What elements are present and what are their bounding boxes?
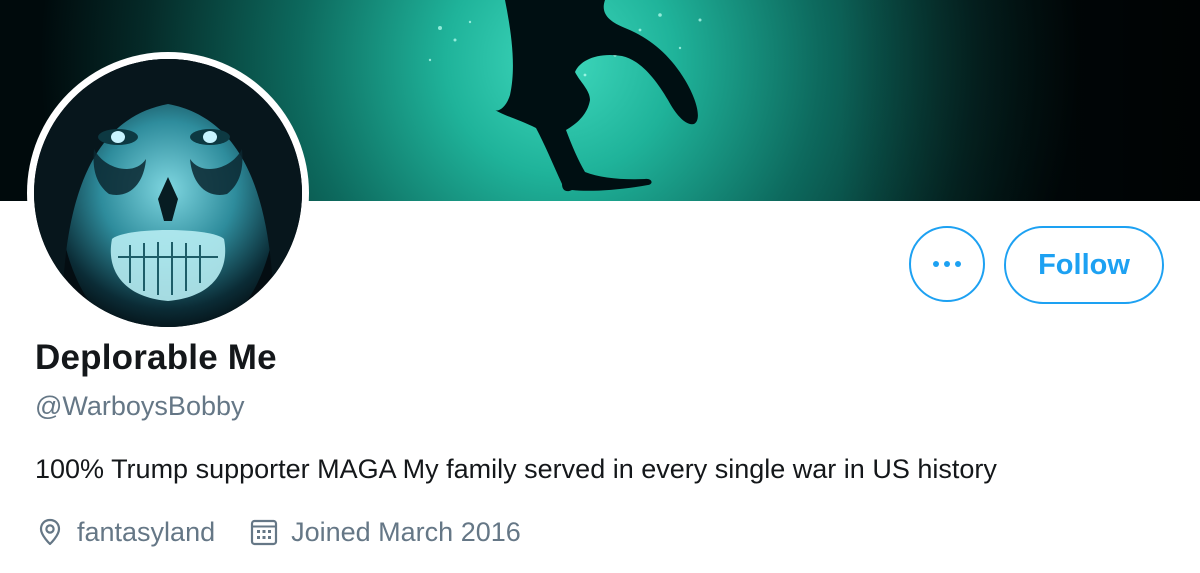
joined-text: Joined March 2016 <box>291 516 521 547</box>
display-name: Deplorable Me <box>35 338 277 377</box>
location-item: fantasyland <box>35 517 215 548</box>
location-pin-icon <box>35 517 65 547</box>
profile-bio: 100% Trump supporter MAGA My family serv… <box>35 454 997 484</box>
follow-button[interactable]: Follow <box>1004 226 1164 304</box>
dot <box>955 261 961 267</box>
user-handle: @WarboysBobby <box>35 391 245 421</box>
dot <box>933 261 939 267</box>
avatar-image <box>34 59 302 327</box>
more-options-button[interactable] <box>909 226 985 302</box>
profile-avatar[interactable] <box>27 52 309 334</box>
location-text: fantasyland <box>77 516 216 547</box>
calendar-icon <box>249 517 279 547</box>
profile-meta: fantasyland Joined March 2016 <box>35 514 521 550</box>
profile-page: Follow Deplorable Me @WarboysBobby 100% … <box>0 0 1200 573</box>
more-dots-icon <box>933 261 961 267</box>
dot <box>944 261 950 267</box>
joined-item: Joined March 2016 <box>249 517 521 548</box>
